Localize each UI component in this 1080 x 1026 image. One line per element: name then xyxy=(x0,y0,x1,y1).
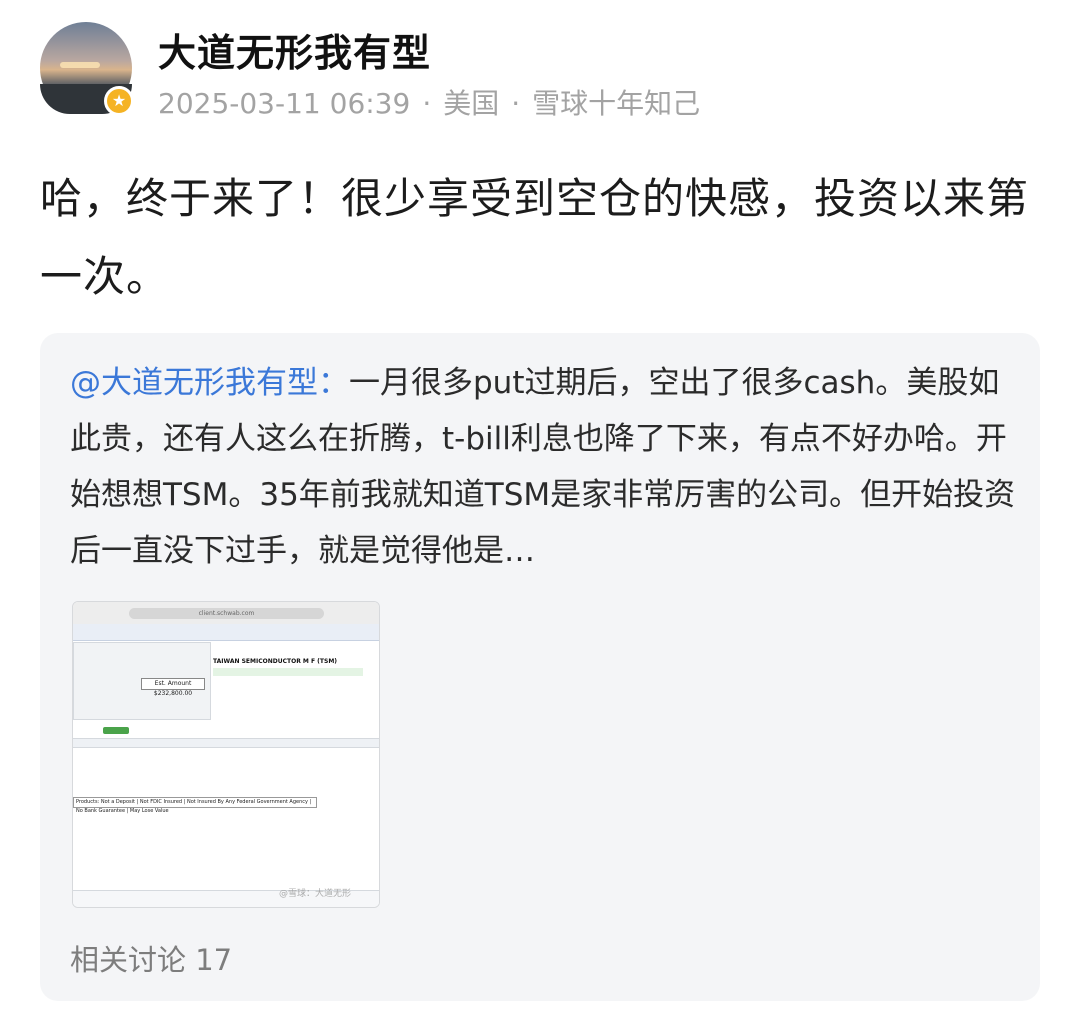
post-source: 雪球十年知己 xyxy=(532,87,701,120)
post-datetime: 2025-03-11 06:39 xyxy=(158,87,411,120)
disclaimer-box: Products: Not a Deposit | Not FDIC Insur… xyxy=(73,797,317,814)
browser-url-bar: client.schwab.com xyxy=(129,608,324,619)
post-body: 哈，终于来了！很少享受到空仓的快感，投资以来第一次。 xyxy=(40,174,1030,301)
verified-badge-icon: ★ xyxy=(104,86,134,116)
estimated-amount: Est. Amount $232,800.00 xyxy=(141,678,205,697)
post-location: 美国 xyxy=(443,87,500,120)
quoted-author-mention[interactable]: @大道无形我有型： xyxy=(70,365,349,401)
meta-separator: · xyxy=(511,87,521,120)
author-name[interactable]: 大道无形我有型 xyxy=(158,22,431,77)
quoted-post-image[interactable]: client.schwab.com TAIWAN SEMICONDUCTOR M… xyxy=(72,601,380,908)
quoted-post-text: @大道无形我有型：一月很多put过期后，空出了很多cash。美股如此贵，还有人这… xyxy=(70,355,1020,579)
image-watermark: @雪球：大道无形 xyxy=(279,889,352,899)
price-bar xyxy=(213,668,363,676)
ticker-name: TAIWAN SEMICONDUCTOR M F (TSM) xyxy=(213,658,338,665)
trade-page-header xyxy=(73,624,379,641)
meta-separator: · xyxy=(422,87,432,120)
related-discussions-link[interactable]: 相关讨论 17 xyxy=(70,937,232,979)
section-bar xyxy=(73,738,379,748)
avatar-sunset xyxy=(60,62,100,68)
review-order-button xyxy=(103,727,129,734)
post-meta: 2025-03-11 06:39 · 美国 · 雪球十年知己 xyxy=(158,82,700,122)
quoted-post-card[interactable]: @大道无形我有型：一月很多put过期后，空出了很多cash。美股如此贵，还有人这… xyxy=(40,333,1040,1001)
